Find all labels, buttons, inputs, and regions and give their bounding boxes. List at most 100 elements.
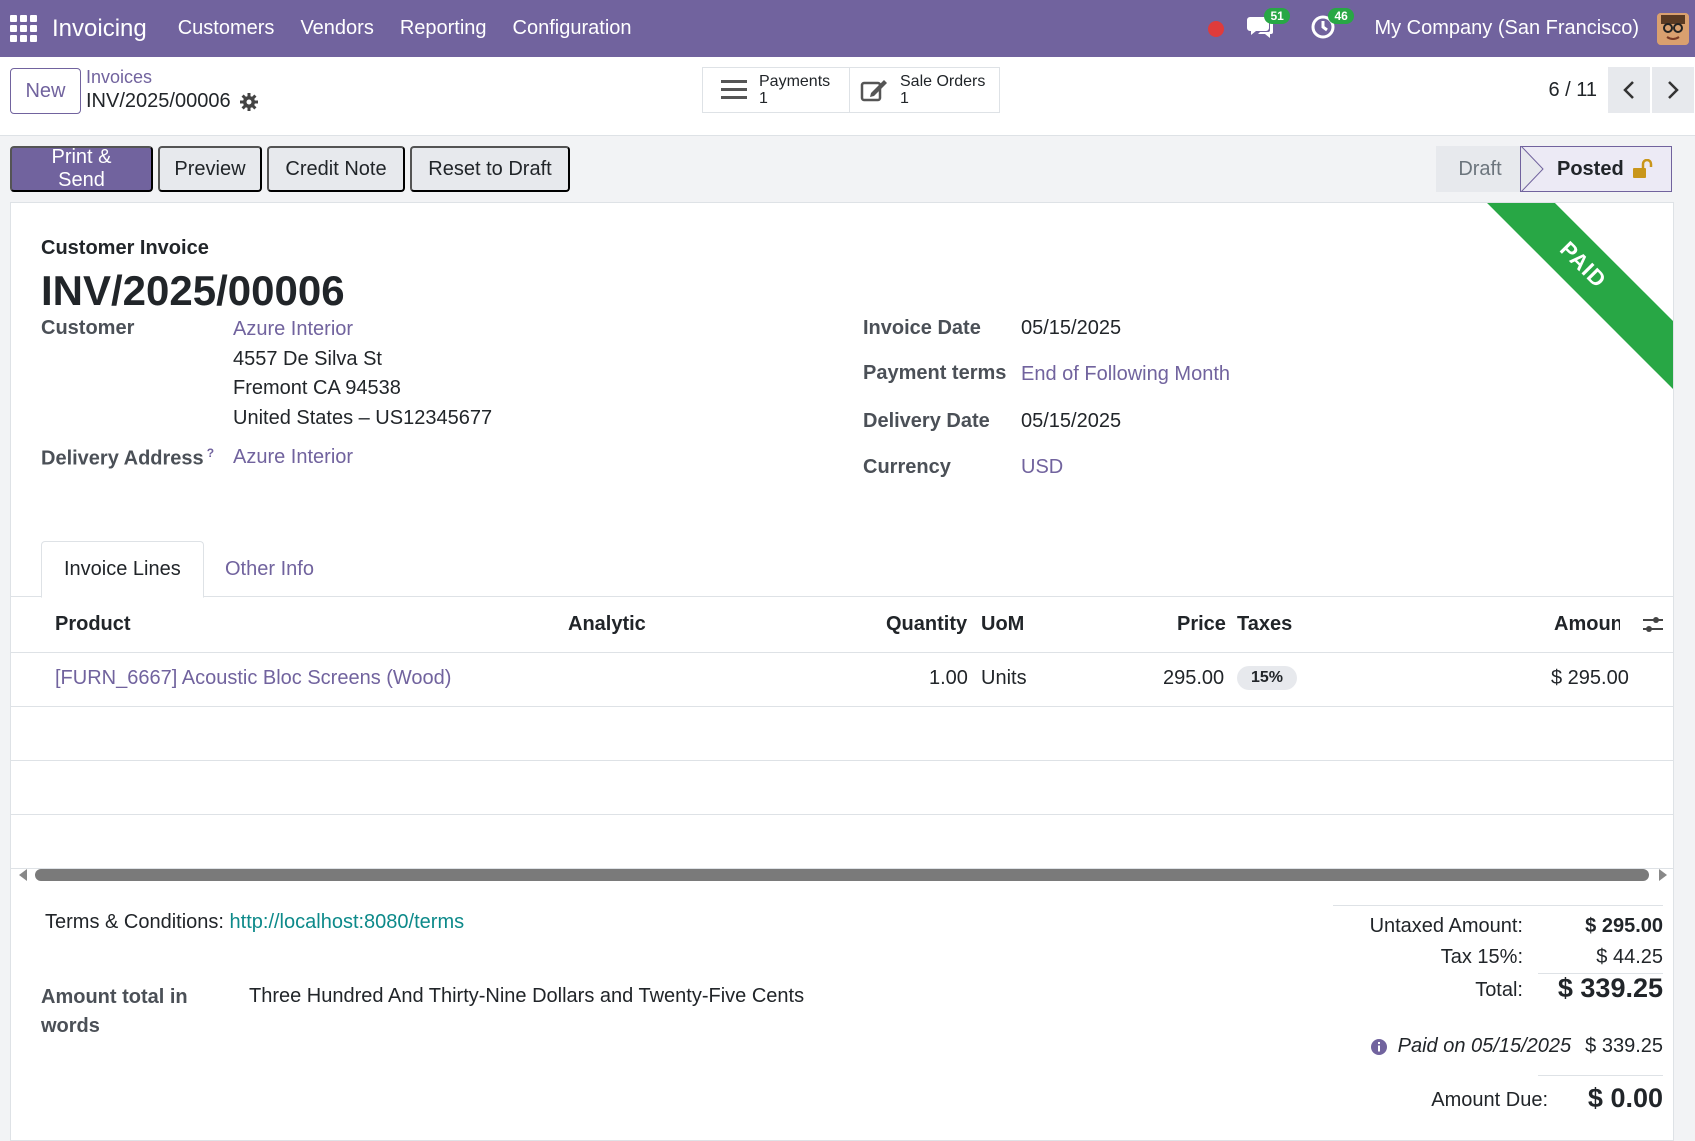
user-avatar[interactable] [1657,12,1689,45]
column-uom[interactable]: UoM [981,613,1024,636]
breadcrumb-invoices[interactable]: Invoices [86,67,152,88]
menu-customers[interactable]: Customers [178,17,275,40]
amount-due-label: Amount Due: [1431,1089,1548,1111]
info-icon[interactable] [1370,1038,1388,1056]
currency-field[interactable]: USD [1021,456,1063,479]
totals-divider [1538,1075,1663,1076]
line-quantity[interactable]: 1.00 [929,667,968,690]
tab-invoice-lines[interactable]: Invoice Lines [41,541,204,598]
column-quantity[interactable]: Quantity [886,613,967,636]
print-send-button[interactable]: Print & Send [10,146,153,192]
control-panel: New Invoices INV/2025/00006 Payments 1 S… [0,57,1695,136]
activities-button[interactable]: 46 [1310,7,1354,44]
document-type: Customer Invoice [41,237,209,259]
total-label: Total: [1475,979,1523,1001]
top-navbar: Invoicing Customers Vendors Reporting Co… [0,0,1695,57]
pager-next-button[interactable] [1652,67,1694,113]
delivery-address-label: Delivery Address? [41,446,214,471]
chevron-right-icon [1668,81,1679,99]
sale-orders-smart-button[interactable]: Sale Orders 1 [849,67,1000,113]
table-row-empty [11,815,1673,869]
paid-on-label: Paid on 05/15/2025 [1397,1035,1572,1057]
company-switcher[interactable]: My Company (San Francisco) [1374,17,1639,40]
breadcrumb-current: INV/2025/00006 [86,90,259,113]
amount-words-value: Three Hundred And Thirty-Nine Dollars an… [249,985,805,1007]
untaxed-amount-label: Untaxed Amount: [1369,915,1523,937]
untaxed-amount-value: $ 295.00 [1585,915,1663,937]
amount-due-value: $ 0.00 [1587,1083,1663,1113]
status-posted-label: Posted [1557,157,1624,180]
scrollbar-thumb[interactable] [35,869,1649,881]
payments-count: 1 [759,90,768,107]
terms-link[interactable]: http://localhost:8080/terms [230,911,465,933]
column-product[interactable]: Product [55,613,131,636]
menu-configuration[interactable]: Configuration [513,17,632,40]
form-tabs: Invoice Lines Other Info [11,541,1673,598]
payments-smart-button[interactable]: Payments 1 [702,67,850,113]
new-button[interactable]: New [10,68,81,114]
action-bar: Print & Send Preview Credit Note Reset t… [0,136,1695,202]
sale-orders-count: 1 [900,90,909,107]
messages-button[interactable]: 51 [1246,7,1290,44]
scroll-right-icon[interactable] [1659,869,1667,881]
table-row-empty [11,761,1673,815]
tax-label: Tax 15%: [1440,946,1523,968]
customer-field[interactable]: Azure Interior [233,318,353,341]
customer-address-line2: Fremont CA 94538 [233,377,401,399]
table-row-empty [11,707,1673,761]
invoice-date-label: Invoice Date [863,317,981,339]
recording-indicator-icon[interactable] [1208,20,1225,37]
reset-to-draft-button[interactable]: Reset to Draft [410,146,570,192]
invoice-lines-header: Product Analytic Quantity UoM Price Taxe… [11,597,1673,653]
invoice-form-sheet: PAID Customer Invoice INV/2025/00006 Cus… [10,202,1674,1141]
list-icon [721,80,747,99]
column-taxes[interactable]: Taxes [1237,613,1292,636]
credit-note-button[interactable]: Credit Note [267,146,405,192]
scroll-left-icon[interactable] [19,869,27,881]
app-name[interactable]: Invoicing [52,15,147,43]
pager-value[interactable]: 6 / 11 [1548,79,1597,102]
sale-orders-label: Sale Orders [900,73,986,90]
delivery-address-field[interactable]: Azure Interior [233,446,353,469]
apps-menu-icon[interactable] [10,14,38,43]
chevron-left-icon [1623,81,1634,99]
line-product[interactable]: [FURN_6667] Acoustic Bloc Screens (Wood) [55,667,451,690]
pager-previous-button[interactable] [1608,67,1650,113]
line-uom[interactable]: Units [981,667,1027,690]
payments-label: Payments [759,73,831,90]
messages-count-badge: 51 [1264,7,1290,24]
delivery-date-label: Delivery Date [863,410,990,432]
tax-value: $ 44.25 [1596,946,1663,968]
currency-label: Currency [863,456,951,478]
help-tooltip-icon[interactable]: ? [207,446,214,460]
menu-vendors[interactable]: Vendors [300,17,373,40]
total-value: $ 339.25 [1557,973,1663,1003]
paid-ribbon: PAID [1452,203,1673,396]
invoice-number: INV/2025/00006 [41,267,345,314]
totals-divider [1333,905,1663,906]
column-amount[interactable]: Amount [1554,613,1620,636]
column-settings-icon[interactable] [1642,615,1664,635]
gear-icon[interactable] [239,92,259,112]
line-price[interactable]: 295.00 [1163,667,1224,690]
customer-address-line1: 4557 De Silva St [233,348,382,370]
column-price[interactable]: Price [1177,613,1226,636]
table-row[interactable]: [FURN_6667] Acoustic Bloc Screens (Wood)… [11,653,1673,707]
customer-address-line3: United States – US12345677 [233,407,493,429]
terms-label: Terms & Conditions: [45,911,224,933]
invoice-date-field[interactable]: 05/15/2025 [1021,317,1121,340]
horizontal-scrollbar[interactable] [11,863,1673,887]
line-amount: $ 295.00 [1551,667,1629,689]
payment-terms-field[interactable]: End of Following Month [1021,363,1230,386]
preview-button[interactable]: Preview [158,146,262,192]
edit-icon [860,80,887,102]
terms-conditions: Terms & Conditions: http://localhost:808… [45,911,464,934]
activities-count-badge: 46 [1328,7,1354,24]
tab-other-info[interactable]: Other Info [203,541,336,597]
delivery-date-field[interactable]: 05/15/2025 [1021,410,1121,433]
column-analytic[interactable]: Analytic [568,613,646,636]
menu-reporting[interactable]: Reporting [400,17,487,40]
line-tax-badge[interactable]: 15% [1237,666,1298,690]
status-draft[interactable]: Draft [1436,146,1524,192]
delivery-address-label-text: Delivery Address [41,447,204,470]
